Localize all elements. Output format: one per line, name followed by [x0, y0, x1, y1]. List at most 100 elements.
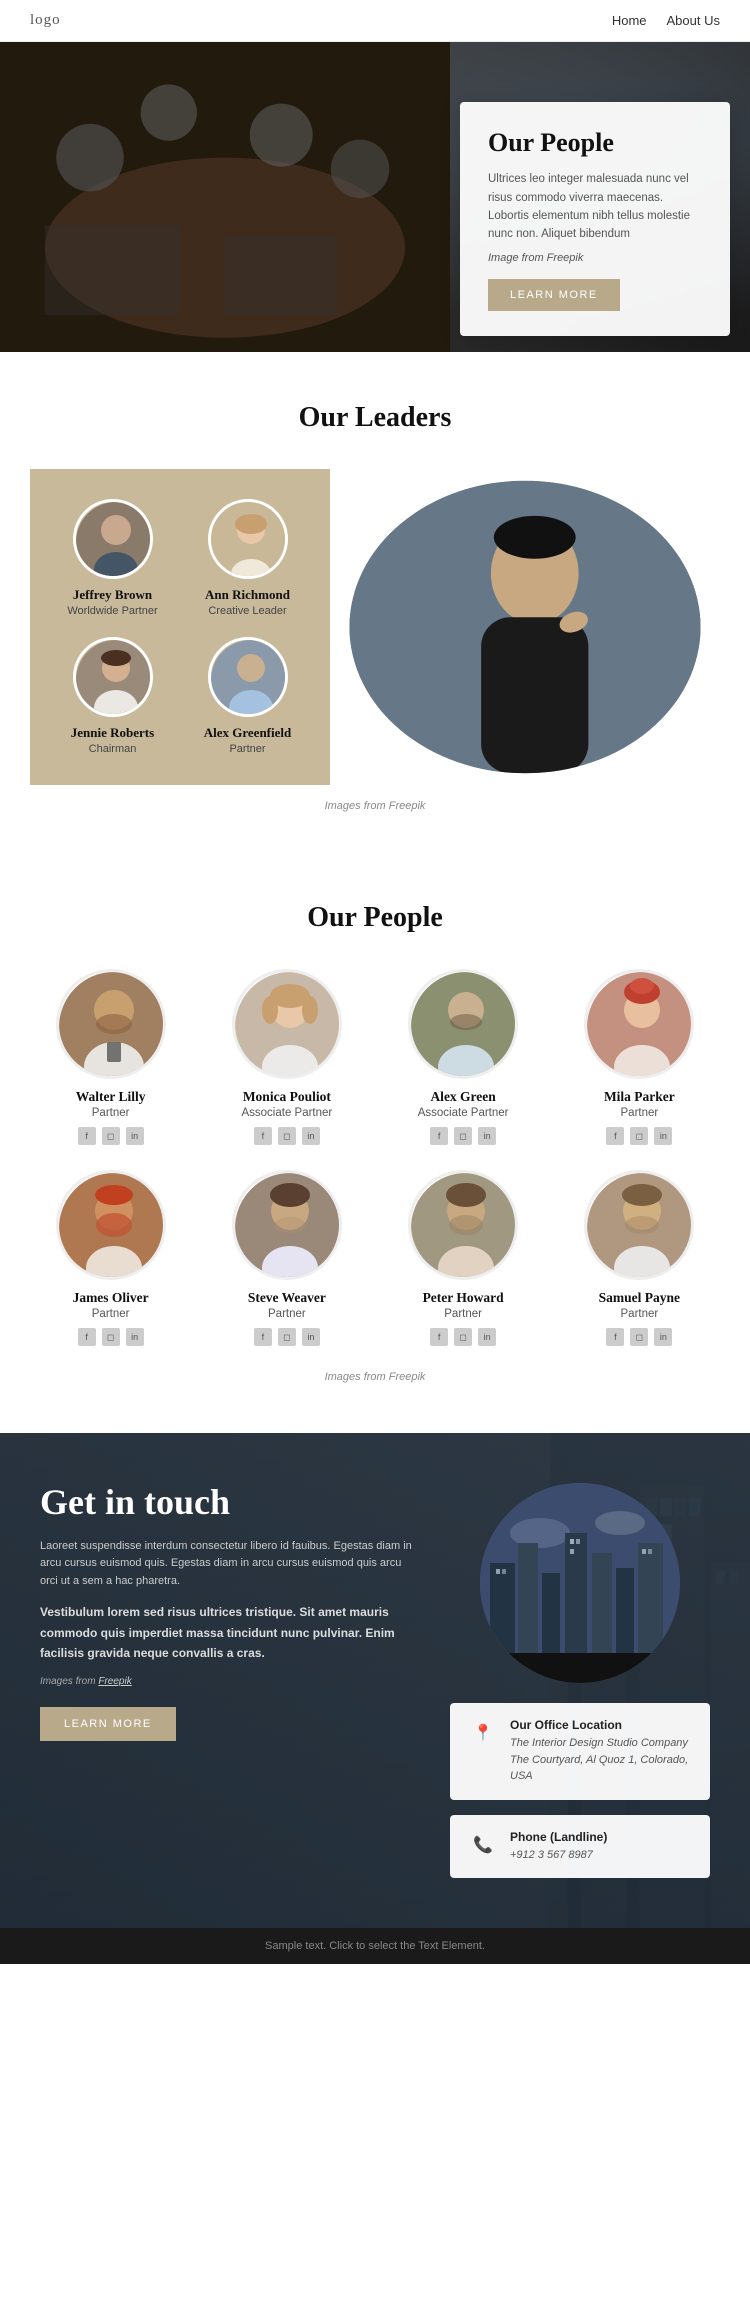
person-peter-social: f ◻ in — [383, 1328, 544, 1346]
person-walter-img — [59, 972, 166, 1079]
person-alexg: Alex Green Associate Partner f ◻ in — [383, 969, 544, 1145]
social-linkedin-4[interactable]: in — [126, 1328, 144, 1346]
phone-label: Phone (Landline) — [510, 1830, 607, 1844]
contact-right: 📍 Our Office Location The Interior Desig… — [450, 1483, 710, 1878]
person-alexg-name: Alex Green — [383, 1089, 544, 1105]
leader-jennie: Jennie Roberts Chairman — [50, 637, 175, 755]
leader-portrait-svg — [330, 469, 720, 785]
social-instagram-3[interactable]: ◻ — [630, 1127, 648, 1145]
social-instagram-0[interactable]: ◻ — [102, 1127, 120, 1145]
person-mila-name: Mila Parker — [559, 1089, 720, 1105]
social-instagram-2[interactable]: ◻ — [454, 1127, 472, 1145]
person-alexg-avatar — [408, 969, 518, 1079]
social-instagram-5[interactable]: ◻ — [278, 1328, 296, 1346]
social-linkedin-2[interactable]: in — [478, 1127, 496, 1145]
person-mila-img — [587, 972, 694, 1079]
leader-jeffrey: Jeffrey Brown Worldwide Partner — [50, 499, 175, 617]
leader-jeffrey-avatar — [73, 499, 153, 579]
leaders-left-panel: Jeffrey Brown Worldwide Partner Ann Rich… — [30, 469, 330, 785]
office-info-card: 📍 Our Office Location The Interior Desig… — [450, 1703, 710, 1800]
phone-icon: 📞 — [468, 1830, 498, 1860]
phone-number: +912 3 567 8987 — [510, 1847, 607, 1864]
leader-alexgf-title: Partner — [185, 743, 310, 755]
social-instagram-6[interactable]: ◻ — [454, 1328, 472, 1346]
contact-left: Get in touch Laoreet suspendisse interdu… — [40, 1483, 420, 1741]
social-facebook-2[interactable]: f — [430, 1127, 448, 1145]
social-facebook-0[interactable]: f — [78, 1127, 96, 1145]
social-linkedin-7[interactable]: in — [654, 1328, 672, 1346]
leader-jennie-name: Jennie Roberts — [50, 725, 175, 741]
footer: Sample text. Click to select the Text El… — [0, 1928, 750, 1964]
social-instagram-1[interactable]: ◻ — [278, 1127, 296, 1145]
social-facebook-1[interactable]: f — [254, 1127, 272, 1145]
leader-ann-name: Ann Richmond — [185, 587, 310, 603]
footer-text: Sample text. Click to select the Text El… — [265, 1940, 485, 1952]
city-svg — [480, 1483, 680, 1683]
person-peter-role: Partner — [383, 1308, 544, 1320]
leader-alexgf-name: Alex Greenfield — [185, 725, 310, 741]
person-alexg-social: f ◻ in — [383, 1127, 544, 1145]
social-facebook-4[interactable]: f — [78, 1328, 96, 1346]
social-linkedin-1[interactable]: in — [302, 1127, 320, 1145]
person-peter-avatar — [408, 1170, 518, 1280]
phone-info-card: 📞 Phone (Landline) +912 3 567 8987 — [450, 1815, 710, 1879]
leader-jennie-img — [76, 640, 153, 717]
leader-ann-title: Creative Leader — [185, 605, 310, 617]
person-peter-name: Peter Howard — [383, 1290, 544, 1306]
person-steve-img — [235, 1173, 342, 1280]
social-linkedin-3[interactable]: in — [654, 1127, 672, 1145]
person-james-img — [59, 1173, 166, 1280]
leaders-title: Our Leaders — [30, 402, 720, 434]
person-james-role: Partner — [30, 1308, 191, 1320]
person-mila-social: f ◻ in — [559, 1127, 720, 1145]
city-circle-image — [480, 1483, 680, 1683]
social-facebook-6[interactable]: f — [430, 1328, 448, 1346]
office-line1: The Interior Design Studio Company — [510, 1735, 692, 1752]
contact-learn-more-button[interactable]: LEARN MORE — [40, 1707, 176, 1741]
person-mila: Mila Parker Partner f ◻ in — [559, 969, 720, 1145]
person-walter-social: f ◻ in — [30, 1127, 191, 1145]
leader-jeffrey-title: Worldwide Partner — [50, 605, 175, 617]
social-linkedin-5[interactable]: in — [302, 1328, 320, 1346]
leader-alexgf: Alex Greenfield Partner — [185, 637, 310, 755]
social-linkedin-6[interactable]: in — [478, 1328, 496, 1346]
person-alexg-role: Associate Partner — [383, 1107, 544, 1119]
person-james-name: James Oliver — [30, 1290, 191, 1306]
leader-jennie-avatar — [73, 637, 153, 717]
social-facebook-3[interactable]: f — [606, 1127, 624, 1145]
person-james-avatar — [56, 1170, 166, 1280]
contact-bold-text: Vestibulum lorem sed risus ultrices tris… — [40, 1602, 420, 1663]
people-section: Our People Walter Lilly Partner f ◻ — [0, 862, 750, 1433]
people-grid: Walter Lilly Partner f ◻ in Mo — [30, 969, 720, 1346]
social-facebook-7[interactable]: f — [606, 1328, 624, 1346]
leader-alexgf-avatar — [208, 637, 288, 717]
leaders-freepik-note: Images from Freepik — [30, 800, 720, 812]
nav-home[interactable]: Home — [612, 13, 647, 28]
leader-ann-img — [211, 502, 288, 579]
social-linkedin-0[interactable]: in — [126, 1127, 144, 1145]
contact-content: Get in touch Laoreet suspendisse interdu… — [40, 1483, 710, 1878]
contact-description: Laoreet suspendisse interdum consectetur… — [40, 1538, 420, 1591]
hero-description: Ultrices leo integer malesuada nunc vel … — [488, 170, 702, 244]
person-mila-role: Partner — [559, 1107, 720, 1119]
contact-info-cards: 📍 Our Office Location The Interior Desig… — [450, 1703, 710, 1878]
leader-ann-avatar — [208, 499, 288, 579]
person-peter: Peter Howard Partner f ◻ in — [383, 1170, 544, 1346]
office-line2: The Courtyard, Al Quoz 1, Colorado, USA — [510, 1752, 692, 1785]
office-label: Our Office Location — [510, 1718, 692, 1732]
location-icon: 📍 — [468, 1718, 498, 1748]
nav-about[interactable]: About Us — [667, 13, 720, 28]
social-instagram-4[interactable]: ◻ — [102, 1328, 120, 1346]
social-facebook-5[interactable]: f — [254, 1328, 272, 1346]
contact-freepik-link[interactable]: Freepik — [98, 1676, 131, 1687]
person-steve: Steve Weaver Partner f ◻ in — [206, 1170, 367, 1346]
social-instagram-7[interactable]: ◻ — [630, 1328, 648, 1346]
hero-people-image — [0, 42, 450, 352]
person-peter-img — [411, 1173, 518, 1280]
leaders-section: Our Leaders Jeffrey Brown Worldwide Part… — [0, 352, 750, 862]
leader-jennie-title: Chairman — [50, 743, 175, 755]
person-samuel-img — [587, 1173, 694, 1280]
hero-learn-more-button[interactable]: LEARN MORE — [488, 279, 620, 311]
person-walter-name: Walter Lilly — [30, 1089, 191, 1105]
hero-network-svg — [70, 42, 450, 352]
